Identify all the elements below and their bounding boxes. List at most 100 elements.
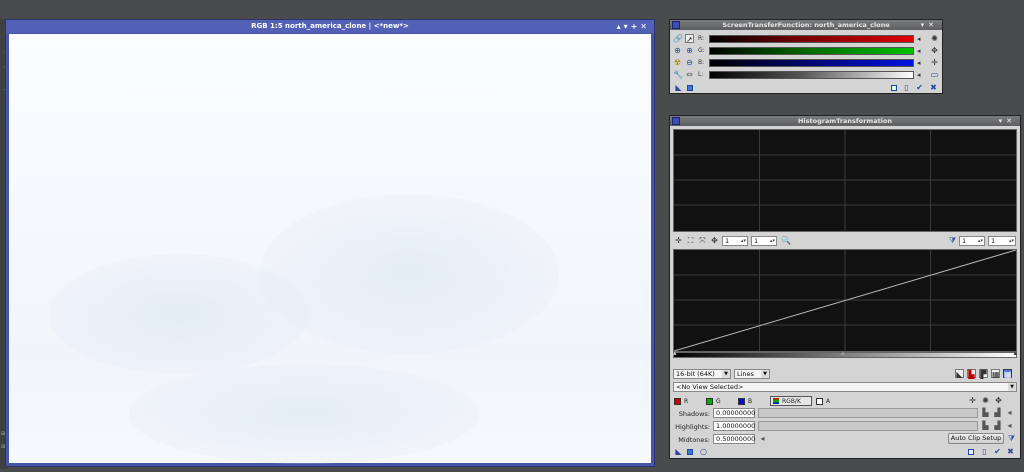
stf-red-slider[interactable] (709, 35, 914, 43)
graph-style-select[interactable]: Lines ▼ (734, 369, 770, 379)
edit-pointer-icon[interactable]: ➚ (685, 34, 694, 44)
horizontal-zoom-spinner[interactable]: 1 ▴▾ (722, 236, 748, 246)
channel-a-checkbox[interactable] (816, 398, 823, 405)
clip-low-icon[interactable]: ▙ (981, 408, 990, 417)
check-icon[interactable]: ✔ (915, 83, 924, 92)
target-icon[interactable]: ✥ (994, 396, 1003, 405)
transfer-curve-graph[interactable] (673, 249, 1017, 352)
highlights-field[interactable]: 1.00000000 (713, 421, 755, 431)
clip-high-icon[interactable]: ▟ (993, 421, 1002, 430)
midtones-handle[interactable]: ▵ (841, 349, 845, 357)
stf-row-b: B: ◂ (698, 58, 938, 68)
reset-icon[interactable]: ◂ (758, 434, 767, 443)
channel-b-checkbox[interactable] (738, 398, 745, 405)
reset-icon[interactable]: ✖ (929, 83, 938, 92)
apply-global-icon[interactable] (687, 449, 693, 455)
vertical-zoom-spinner[interactable]: 1 ▴▾ (751, 236, 777, 246)
shadows-field[interactable]: 0.00000000 (713, 408, 755, 418)
stf-reset-icon[interactable]: ◂ (917, 35, 924, 43)
rgbk-swatch-icon (773, 398, 779, 404)
stf-dialog[interactable]: ScreenTransferFunction: north_america_cl… (669, 19, 943, 94)
target-icon[interactable]: ✥ (930, 46, 939, 55)
image-window[interactable]: RGB 1:5 north_america_clone | <*new*> ▴▾… (5, 19, 655, 467)
monitor-icon[interactable]: ▭ (930, 70, 939, 79)
reset-icon[interactable]: ◂ (1005, 421, 1014, 430)
auto-stretch-icon[interactable]: ☢ (673, 58, 682, 67)
clip-low-icon[interactable]: ▙ (981, 421, 990, 430)
reset-icon[interactable]: ✖ (1006, 447, 1015, 456)
document-icon[interactable]: ▯ (902, 83, 911, 92)
close-icon[interactable]: ✕ (1006, 117, 1016, 125)
midtones-field[interactable]: 0.50000000 (713, 434, 755, 444)
check-icon[interactable]: ✔ (993, 447, 1002, 456)
zoom-in-icon[interactable]: ⊕ (673, 46, 682, 55)
stf-green-slider[interactable] (709, 47, 914, 55)
maximize-icon[interactable]: + (631, 22, 641, 31)
clip-high-icon[interactable]: ▟ (993, 408, 1002, 417)
crosshair-icon[interactable]: ✛ (930, 58, 939, 67)
stf-titlebar[interactable]: ScreenTransferFunction: north_america_cl… (670, 20, 942, 30)
shade-icon[interactable]: ▾ (999, 117, 1007, 125)
close-icon[interactable]: ✕ (928, 21, 938, 29)
zoom-in-2-icon[interactable]: ⊕ (685, 46, 694, 55)
fit-view-icon[interactable]: ⛶ (686, 236, 695, 245)
grid-toggle-icon[interactable]: ▦ (991, 369, 1000, 379)
stf-reset-icon[interactable]: ◂ (917, 71, 924, 79)
shade-icon[interactable]: ▾ (921, 21, 929, 29)
fit-all-icon[interactable]: ⤧ (698, 236, 707, 245)
apply-global-icon[interactable] (687, 85, 693, 91)
link-channels-icon[interactable]: 🔗 (673, 34, 683, 43)
pan-icon[interactable]: ✥ (710, 236, 719, 245)
image-canvas[interactable] (9, 34, 651, 464)
log-scale-icon[interactable]: ◣ (955, 369, 964, 379)
new-instance-icon[interactable]: ◣ (674, 447, 683, 456)
midtones-label: Midtones: (678, 436, 710, 444)
channel-rgbk-button[interactable]: RGB/K (770, 396, 812, 406)
close-icon[interactable]: ✕ (640, 22, 650, 31)
browse-doc-icon[interactable] (968, 449, 974, 455)
gear-icon[interactable]: ✺ (930, 34, 939, 43)
stf-luminance-slider[interactable] (709, 71, 914, 79)
view-selector[interactable]: <No View Selected> ▼ (673, 382, 1017, 392)
midtones-gradient-slider[interactable]: ▴ ▵ ▴ (673, 349, 1017, 358)
pan-icon[interactable]: ⇔ (685, 70, 694, 79)
shadows-slider[interactable] (758, 408, 978, 418)
document-icon[interactable]: ▯ (980, 447, 989, 456)
wrench-icon[interactable]: 🔧 (673, 70, 683, 79)
zoom-icon[interactable]: 🔍 (781, 236, 791, 245)
real-time-preview-icon[interactable]: ○ (699, 447, 708, 456)
zoom-out-icon[interactable]: ⊖ (685, 58, 694, 67)
stf-blue-slider[interactable] (709, 59, 914, 67)
reset-icon[interactable]: ◂ (1005, 408, 1014, 417)
filter-icon[interactable]: ⧩ (1007, 434, 1016, 443)
filter-icon[interactable]: ⧩ (948, 236, 957, 245)
stf-reset-icon[interactable]: ◂ (917, 47, 924, 55)
window-buttons: ▴▾+✕ (617, 20, 650, 33)
highlights-handle[interactable]: ▴ (1013, 349, 1017, 357)
image-window-titlebar[interactable]: RGB 1:5 north_america_clone | <*new*> ▴▾… (6, 20, 654, 33)
histogram-dialog[interactable]: HistogramTransformation ▾✕ ✛ ⛶ ⤧ ✥ 1 ▴▾ 1… (669, 115, 1021, 459)
browse-doc-icon[interactable] (891, 85, 897, 91)
stf-reset-icon[interactable]: ◂ (917, 59, 924, 67)
channel-r-checkbox[interactable] (674, 398, 681, 405)
resolution-select[interactable]: 16-bit (64K) ▼ (673, 369, 731, 379)
shade-icon[interactable]: ▴ (617, 22, 624, 31)
graph-grid-icon[interactable]: ▦ (1003, 369, 1012, 379)
stf-process-icon (672, 21, 680, 29)
crosshair-icon[interactable]: ✛ (674, 236, 683, 245)
auto-clip-setup-button[interactable]: Auto Clip Setup (948, 433, 1004, 444)
hist-titlebar[interactable]: HistogramTransformation ▾✕ (670, 116, 1020, 126)
rgb-histogram-icon[interactable]: ▙ (967, 369, 976, 379)
output-vertical-zoom-spinner[interactable]: 1 ▴▾ (988, 236, 1016, 246)
input-histogram-graph[interactable] (673, 129, 1017, 232)
crosshair-icon[interactable]: ✛ (968, 396, 977, 405)
highlights-slider[interactable] (758, 421, 978, 431)
shadows-handle[interactable]: ▴ (673, 349, 677, 357)
gear-icon[interactable]: ✺ (981, 396, 990, 405)
new-instance-icon[interactable]: ◣ (674, 83, 683, 92)
rejected-icon[interactable]: ▛ (979, 369, 988, 379)
channel-g-checkbox[interactable] (706, 398, 713, 405)
channel-b-label: B (748, 398, 753, 405)
output-horizontal-zoom-spinner[interactable]: 1 ▴▾ (959, 236, 985, 246)
iconize-icon[interactable]: ▾ (624, 22, 631, 31)
